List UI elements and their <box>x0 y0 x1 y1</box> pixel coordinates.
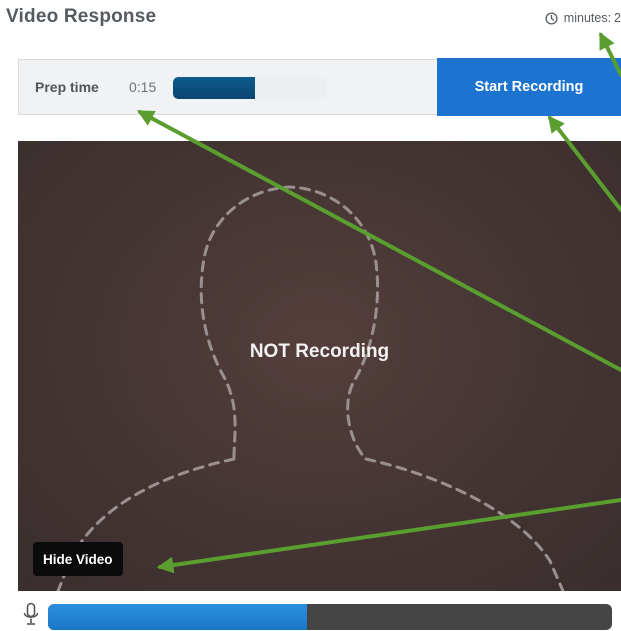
microphone-icon <box>23 602 39 625</box>
prep-progress-track <box>173 77 327 99</box>
audio-level-row <box>18 602 621 630</box>
prep-progress-fill <box>173 77 255 99</box>
audio-level-track <box>48 604 612 630</box>
prep-time-label: Prep time <box>35 79 99 95</box>
video-preview: NOT Recording Hide Video <box>18 141 621 591</box>
recording-status: NOT Recording <box>249 341 390 362</box>
video-response-panel: Video Response minutes: 2 Prep time 0:15… <box>0 0 621 631</box>
hide-video-button[interactable]: Hide Video <box>33 542 123 576</box>
clock-icon <box>545 11 558 25</box>
start-recording-button[interactable]: Start Recording <box>437 58 621 116</box>
minutes-value: 2 <box>614 11 621 25</box>
head-silhouette-outline <box>56 185 565 591</box>
prep-time-value: 0:15 <box>129 79 157 95</box>
minutes-label: minutes: <box>563 11 612 25</box>
page-title: Video Response <box>6 6 157 27</box>
audio-level-fill <box>48 604 308 630</box>
minutes-indicator: minutes: 2 <box>545 11 621 25</box>
